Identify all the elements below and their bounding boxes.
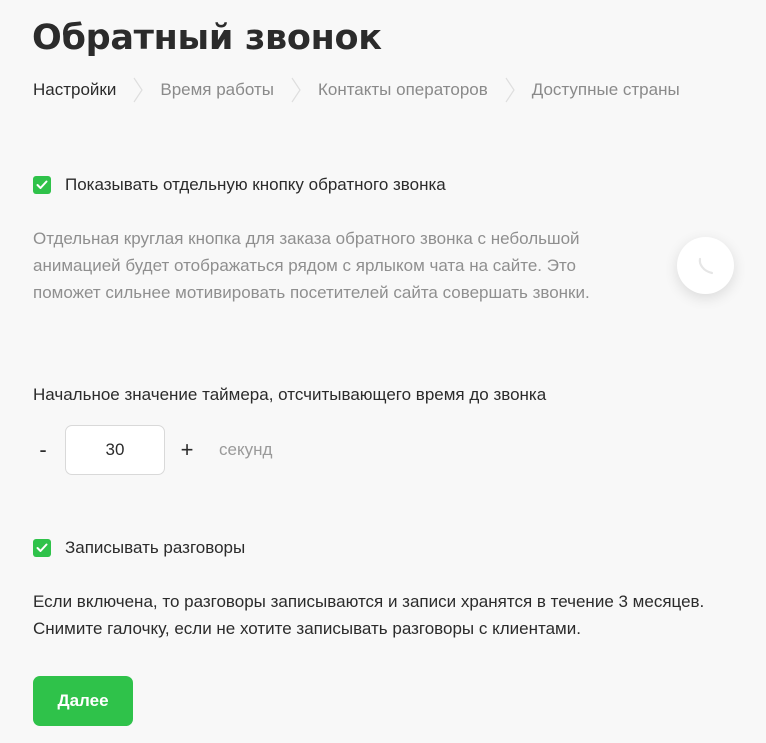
checkmark-icon — [36, 180, 48, 189]
recording-description-line: Если включена, то разговоры записываются… — [33, 592, 705, 611]
callback-button-preview — [677, 237, 734, 294]
recording-checkbox[interactable] — [33, 539, 51, 557]
chevron-right-icon — [505, 76, 515, 104]
callback-button-toggle[interactable]: Показывать отдельную кнопку обратного зв… — [33, 175, 446, 195]
step-settings[interactable]: Настройки — [33, 80, 116, 100]
callback-button-description: Отдельная круглая кнопка для заказа обра… — [33, 229, 590, 302]
recording-description: Если включена, то разговоры записываются… — [33, 588, 733, 642]
callback-settings-page: Обратный звонок Настройки Время работы К… — [0, 0, 766, 743]
timer-unit: секунд — [219, 440, 273, 459]
recording-toggle[interactable]: Записывать разговоры — [33, 538, 245, 558]
step-operator-contacts[interactable]: Контакты операторов — [318, 80, 488, 100]
checkmark-icon — [36, 543, 48, 552]
phone-icon — [698, 257, 713, 274]
callback-button-checkbox[interactable] — [33, 176, 51, 194]
decrement-button[interactable]: - — [33, 437, 53, 463]
step-working-hours[interactable]: Время работы — [160, 80, 274, 100]
next-button[interactable]: Далее — [33, 676, 133, 726]
timer-stepper: - + секунд — [33, 425, 272, 475]
recording-label[interactable]: Записывать разговоры — [65, 538, 245, 558]
timer-input[interactable] — [65, 425, 165, 475]
page-title: Обратный звонок — [32, 18, 382, 58]
wizard-steps: Настройки Время работы Контакты оператор… — [33, 76, 680, 104]
step-available-countries[interactable]: Доступные страны — [532, 80, 680, 100]
chevron-right-icon — [291, 76, 301, 104]
increment-button[interactable]: + — [177, 437, 197, 463]
callback-button-label[interactable]: Показывать отдельную кнопку обратного зв… — [65, 175, 446, 195]
timer-label: Начальное значение таймера, отсчитывающе… — [33, 385, 547, 404]
recording-description-line: Снимите галочку, если не хотите записыва… — [33, 619, 581, 638]
chevron-right-icon — [133, 76, 144, 104]
